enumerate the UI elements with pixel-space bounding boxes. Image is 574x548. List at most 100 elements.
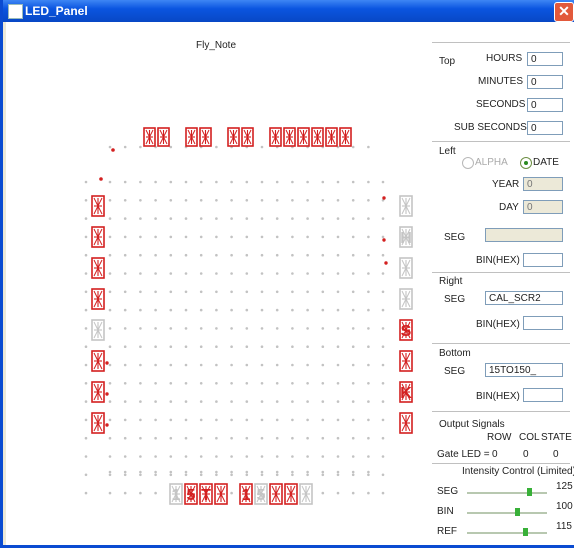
grid-dot (275, 272, 279, 275)
grid-dot (381, 272, 385, 275)
seg-slider-track[interactable] (467, 492, 547, 494)
sub-seconds-input[interactable]: 0 (527, 121, 563, 135)
hours-input[interactable]: 0 (527, 52, 563, 66)
close-button[interactable]: ✕ (554, 2, 574, 22)
grid-dot (108, 327, 112, 330)
grid-dot (275, 253, 279, 257)
grid-dot (275, 455, 279, 458)
grid-dot (321, 253, 325, 257)
grid-dot (169, 436, 173, 440)
grid-dot (199, 180, 203, 184)
grid-dot (291, 382, 294, 385)
grid-dot (245, 400, 249, 403)
grid-dot (169, 473, 173, 477)
seconds-input[interactable]: 0 (527, 98, 563, 112)
top-separator (432, 42, 570, 43)
grid-dot (84, 382, 88, 385)
date-radio[interactable] (520, 157, 532, 169)
client-area: Fly_Note HSK15T15 Top HOURS 0 MINUTES 0 … (6, 22, 574, 545)
grid-dot (230, 199, 233, 202)
grid-dot (199, 272, 203, 275)
grid-dot (230, 382, 233, 385)
grid-dot (123, 382, 127, 385)
grid-dot (367, 290, 370, 294)
grid-dot (230, 470, 233, 474)
grid-dot (139, 199, 142, 202)
grid-dot (336, 400, 340, 403)
grid-dot (381, 290, 385, 294)
grid-dot (381, 327, 385, 330)
grid-dot (306, 199, 309, 202)
grid-dot (367, 180, 370, 184)
grid-dot (123, 470, 127, 474)
grid-dot (169, 327, 173, 330)
grid-dot (139, 418, 142, 422)
right-seg-input[interactable]: CAL_SCR2 (485, 291, 563, 305)
grid-dot (123, 235, 127, 239)
year-label: YEAR (492, 179, 520, 190)
grid-dot (306, 418, 309, 422)
grid-dot (275, 400, 279, 403)
alpha-radio[interactable] (462, 157, 474, 169)
grid-dot (381, 235, 385, 239)
grid-dot (84, 491, 88, 495)
grid-dot (154, 253, 157, 257)
grid-dot (230, 345, 233, 349)
grid-dot (336, 180, 340, 184)
grid-dot (245, 235, 249, 239)
grid-dot (199, 253, 203, 257)
grid-dot (336, 382, 340, 385)
day-input[interactable]: 0 (523, 200, 563, 214)
grid-dot (108, 418, 112, 422)
grid-dot (154, 473, 157, 477)
ref-slider-thumb[interactable] (523, 528, 528, 536)
grid-dot (275, 180, 279, 184)
grid-dot (184, 199, 188, 202)
bottom-seg-input[interactable]: 15TO150_ (485, 363, 563, 377)
grid-dot (230, 217, 233, 220)
grid-dot (381, 455, 385, 458)
left-bin-input[interactable] (523, 253, 563, 267)
left-seg-input[interactable] (485, 228, 563, 242)
grid-dot (367, 272, 370, 275)
minutes-input[interactable]: 0 (527, 75, 563, 89)
seg-slider-thumb[interactable] (527, 488, 532, 496)
grid-dot (260, 180, 264, 184)
grid-dot (381, 180, 385, 184)
grid-dot (215, 363, 218, 367)
bottom-digit-glyph: 1 (242, 487, 251, 504)
seg-slider-value: 125 (556, 481, 573, 492)
grid-dot (230, 272, 233, 275)
grid-dot (123, 199, 127, 202)
grid-dot (184, 327, 188, 330)
grid-dot (321, 470, 325, 474)
grid-dot (123, 473, 127, 477)
grid-dot (84, 290, 88, 294)
title-bar[interactable]: LED_Panel ✕ (3, 0, 574, 22)
bin-slider-label: BIN (437, 506, 454, 517)
intensity-separator (432, 463, 570, 464)
grid-dot (199, 436, 203, 440)
right-bin-input[interactable] (523, 316, 563, 330)
grid-dot (123, 217, 127, 220)
minutes-label: MINUTES (478, 76, 523, 87)
state-header: STATE (541, 432, 572, 443)
grid-dot (260, 345, 264, 349)
grid-dot (291, 436, 294, 440)
bottom-seg-label: SEG (444, 366, 466, 377)
grid-dot (139, 382, 142, 385)
bin-slider-track[interactable] (467, 512, 547, 514)
grid-dot (367, 253, 370, 257)
right-digit-glyph: H (400, 230, 412, 247)
grid-dot (351, 180, 355, 184)
grid-dot (139, 308, 142, 312)
year-input[interactable]: 0 (523, 177, 563, 191)
grid-dot (154, 327, 157, 330)
bin-slider-thumb[interactable] (515, 508, 520, 516)
bottom-bin-input[interactable] (523, 388, 563, 402)
grid-dot (275, 473, 279, 477)
ref-slider-track[interactable] (467, 532, 547, 534)
grid-dot (336, 363, 340, 367)
grid-dot (169, 290, 173, 294)
grid-dot (108, 290, 112, 294)
